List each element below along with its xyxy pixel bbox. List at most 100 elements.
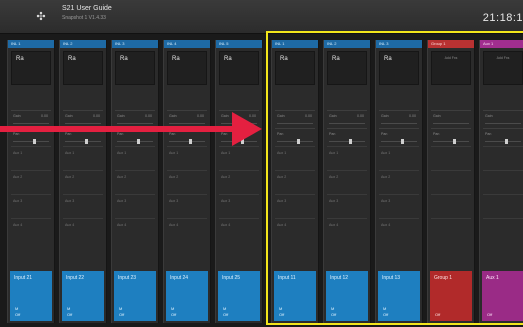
channel-name-box[interactable]: Ra	[379, 51, 419, 85]
channel-strip-ch8[interactable]: INL 3 Ra Gain 0.00 Pan Aux 1 Aux 2 Aux 3…	[375, 40, 423, 323]
aux-send-4[interactable]: Aux 4	[11, 218, 51, 242]
aux-send-3[interactable]: Aux 3	[11, 194, 51, 218]
pan-control[interactable]: Pan	[275, 128, 315, 146]
dots-logo-icon[interactable]: ✣	[32, 8, 50, 26]
strip-header[interactable]: INL 1	[8, 40, 54, 48]
channel-name-box[interactable]: Ra	[115, 51, 155, 85]
channel-strip-ch6[interactable]: INL 1 Ra Gain 0.00 Pan Aux 1 Aux 2 Aux 3…	[271, 40, 319, 323]
pan-knob[interactable]	[505, 139, 508, 144]
channel-strip-ch7[interactable]: INL 2 Ra Gain 0.00 Pan Aux 1 Aux 2 Aux 3…	[323, 40, 371, 323]
aux-send-1[interactable]	[483, 146, 523, 170]
channel-name-box[interactable]: Ra	[167, 51, 207, 85]
channel-select-button[interactable]: Input 12 M Off	[326, 271, 368, 321]
aux-send-1[interactable]: Aux 1	[275, 146, 315, 170]
aux-send-1[interactable]: Aux 1	[11, 146, 51, 170]
aux-send-2[interactable]: Aux 2	[63, 170, 103, 194]
channel-name-box[interactable]: Ra	[327, 51, 367, 85]
pan-control[interactable]: Pan	[431, 128, 471, 146]
pan-control[interactable]: Pan	[483, 128, 523, 146]
aux-send-3[interactable]: Aux 3	[115, 194, 155, 218]
aux-send-3[interactable]: Aux 3	[167, 194, 207, 218]
channel-strip-ch4[interactable]: INL 4 Ra Gain 0.00 Pan Aux 1 Aux 2 Aux 3…	[163, 40, 211, 323]
aux-send-2[interactable]: Aux 2	[379, 170, 419, 194]
channel-strip-ch2[interactable]: INL 2 Ra Gain 0.00 Pan Aux 1 Aux 2 Aux 3…	[59, 40, 107, 323]
strip-header[interactable]: INL 2	[60, 40, 106, 48]
channel-select-button[interactable]: Group 1 Off	[430, 271, 472, 321]
channel-select-button[interactable]: Input 22 M Off	[62, 271, 104, 321]
aux-send-3[interactable]: Aux 3	[379, 194, 419, 218]
pan-knob[interactable]	[189, 139, 192, 144]
aux-send-1[interactable]	[431, 146, 471, 170]
aux-send-4[interactable]: Aux 4	[275, 218, 315, 242]
aux-send-1[interactable]: Aux 1	[219, 146, 259, 170]
aux-send-1[interactable]: Aux 1	[167, 146, 207, 170]
aux-send-4[interactable]	[483, 218, 523, 242]
aux-send-4[interactable]	[431, 218, 471, 242]
channel-select-button[interactable]: Input 25 M Off	[218, 271, 260, 321]
gain-control[interactable]: Gain 0.00	[379, 110, 419, 128]
aux-send-4[interactable]: Aux 4	[167, 218, 207, 242]
aux-send-2[interactable]: Aux 2	[115, 170, 155, 194]
aux-send-3[interactable]: Aux 3	[63, 194, 103, 218]
aux-send-4[interactable]: Aux 4	[379, 218, 419, 242]
channel-strip-ch5[interactable]: INL 5 Ra Gain 0.00 Pan Aux 1 Aux 2 Aux 3…	[215, 40, 263, 323]
strip-header[interactable]: INL 3	[376, 40, 422, 48]
channel-name-box[interactable]: Add Fxs	[483, 51, 523, 85]
strip-header[interactable]: INL 4	[164, 40, 210, 48]
aux-send-3[interactable]: Aux 3	[327, 194, 367, 218]
channel-name-box[interactable]: Ra	[11, 51, 51, 85]
aux-send-4[interactable]: Aux 4	[219, 218, 259, 242]
channel-name-box[interactable]: Ra	[219, 51, 259, 85]
channel-name-box[interactable]: Add Fxs	[431, 51, 471, 85]
pan-knob[interactable]	[349, 139, 352, 144]
channel-select-button[interactable]: Input 13 M Off	[378, 271, 420, 321]
aux-send-2[interactable]: Aux 2	[327, 170, 367, 194]
strip-header[interactable]: INL 1	[272, 40, 318, 48]
strip-header[interactable]: Aux 1	[480, 40, 523, 48]
channel-strip-aux1[interactable]: Aux 1 Add Fxs Gain Pan Aux 1 Off	[479, 40, 523, 323]
aux-send-4[interactable]: Aux 4	[63, 218, 103, 242]
gain-control[interactable]: Gain	[431, 110, 471, 128]
aux-send-2[interactable]: Aux 2	[167, 170, 207, 194]
pan-control[interactable]: Pan	[379, 128, 419, 146]
pan-knob[interactable]	[401, 139, 404, 144]
gain-control[interactable]: Gain 0.00	[275, 110, 315, 128]
channel-name-box[interactable]: Ra	[275, 51, 315, 85]
aux-send-3[interactable]: Aux 3	[275, 194, 315, 218]
aux-send-2[interactable]: Aux 2	[11, 170, 51, 194]
strip-header[interactable]: Group 1	[428, 40, 474, 48]
channel-select-button[interactable]: Input 21 M Off	[10, 271, 52, 321]
aux-send-2[interactable]: Aux 2	[219, 170, 259, 194]
pan-knob[interactable]	[453, 139, 456, 144]
pan-knob[interactable]	[297, 139, 300, 144]
pan-knob[interactable]	[85, 139, 88, 144]
gain-control[interactable]: Gain	[483, 110, 523, 128]
channel-select-button[interactable]: Input 24 M Off	[166, 271, 208, 321]
aux-send-3[interactable]	[431, 194, 471, 218]
aux-send-3[interactable]	[483, 194, 523, 218]
aux-send-1[interactable]: Aux 1	[63, 146, 103, 170]
gain-control[interactable]: Gain 0.00	[327, 110, 367, 128]
strip-header[interactable]: INL 2	[324, 40, 370, 48]
aux-send-2[interactable]: Aux 2	[275, 170, 315, 194]
pan-control[interactable]: Pan	[327, 128, 367, 146]
channel-select-button[interactable]: Input 11 M Off	[274, 271, 316, 321]
channel-select-button[interactable]: Aux 1 Off	[482, 271, 523, 321]
aux-send-1[interactable]: Aux 1	[327, 146, 367, 170]
pan-knob[interactable]	[137, 139, 140, 144]
aux-send-1[interactable]: Aux 1	[115, 146, 155, 170]
channel-name-box[interactable]: Ra	[63, 51, 103, 85]
pan-knob[interactable]	[33, 139, 36, 144]
aux-send-1[interactable]: Aux 1	[379, 146, 419, 170]
aux-send-2[interactable]	[483, 170, 523, 194]
strip-header[interactable]: INL 5	[216, 40, 262, 48]
channel-strip-ch1[interactable]: INL 1 Ra Gain 0.00 Pan Aux 1 Aux 2 Aux 3…	[7, 40, 55, 323]
aux-send-2[interactable]	[431, 170, 471, 194]
channel-select-button[interactable]: Input 23 M Off	[114, 271, 156, 321]
aux-send-4[interactable]: Aux 4	[327, 218, 367, 242]
aux-send-4[interactable]: Aux 4	[115, 218, 155, 242]
aux-send-3[interactable]: Aux 3	[219, 194, 259, 218]
strip-header[interactable]: INL 3	[112, 40, 158, 48]
channel-strip-ch3[interactable]: INL 3 Ra Gain 0.00 Pan Aux 1 Aux 2 Aux 3…	[111, 40, 159, 323]
channel-strip-grp1[interactable]: Group 1 Add Fxs Gain Pan Group 1 Off	[427, 40, 475, 323]
